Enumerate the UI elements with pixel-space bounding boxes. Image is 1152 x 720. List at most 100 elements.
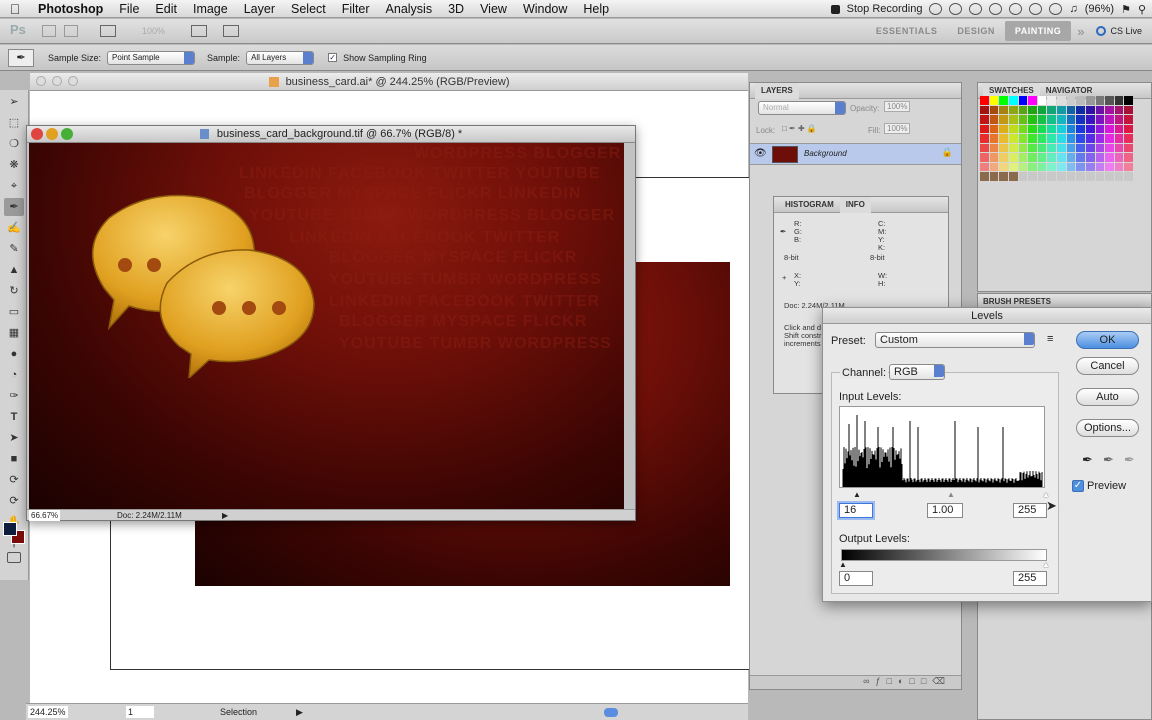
swatch[interactable] bbox=[999, 172, 1008, 181]
swatch[interactable] bbox=[980, 96, 989, 105]
swatch[interactable] bbox=[1008, 153, 1018, 162]
output-black-field[interactable]: 0 bbox=[839, 571, 873, 586]
screen-mode-icon[interactable] bbox=[223, 25, 240, 37]
swatch[interactable] bbox=[1076, 105, 1085, 114]
blend-mode-select[interactable]: Normal bbox=[758, 101, 846, 115]
swatch[interactable] bbox=[999, 105, 1008, 114]
swatch[interactable] bbox=[1105, 134, 1114, 143]
history-brush-tool-icon[interactable]: ↻ bbox=[4, 282, 24, 300]
black-eyedropper-icon[interactable]: ✒ bbox=[1082, 452, 1093, 468]
gray-eyedropper-icon[interactable]: ✒ bbox=[1103, 452, 1114, 468]
status-label[interactable]: Selection bbox=[220, 704, 257, 720]
cs-live-icon[interactable] bbox=[1096, 26, 1107, 36]
swatch[interactable] bbox=[1057, 134, 1066, 143]
brush-tool-icon[interactable]: ✎ bbox=[4, 240, 24, 258]
battery-label[interactable]: (96%) bbox=[1085, 3, 1114, 15]
auto-button[interactable]: Auto bbox=[1076, 388, 1139, 406]
swatch[interactable] bbox=[1037, 96, 1047, 105]
sample-size-select[interactable]: Point Sample bbox=[107, 50, 196, 65]
swatch[interactable] bbox=[1018, 124, 1028, 133]
more-workspaces-icon[interactable]: » bbox=[1071, 24, 1090, 39]
flag-icon[interactable]: ⚑ bbox=[1121, 3, 1131, 16]
workspace-design[interactable]: DESIGN bbox=[947, 26, 1005, 36]
swatch[interactable] bbox=[1114, 96, 1124, 105]
swatch[interactable] bbox=[1095, 134, 1105, 143]
swatch[interactable] bbox=[1085, 96, 1095, 105]
input-black-slider[interactable]: ▲ bbox=[853, 490, 861, 499]
main-zoom-field[interactable]: 244.25% bbox=[28, 706, 68, 718]
pen-tool-icon[interactable]: ✑ bbox=[4, 387, 24, 405]
bridge-icon[interactable] bbox=[42, 25, 56, 37]
minibridge-icon[interactable] bbox=[64, 25, 78, 37]
swatch[interactable] bbox=[1095, 143, 1105, 152]
menu-select[interactable]: Select bbox=[283, 2, 334, 16]
swatch[interactable] bbox=[1057, 172, 1066, 181]
swatch[interactable] bbox=[1018, 143, 1028, 152]
swatch[interactable] bbox=[1085, 172, 1095, 181]
swatch[interactable] bbox=[980, 115, 989, 124]
swatch[interactable] bbox=[1085, 153, 1095, 162]
swatch[interactable] bbox=[1105, 153, 1114, 162]
swatch[interactable] bbox=[1066, 96, 1076, 105]
swatch[interactable] bbox=[1028, 172, 1037, 181]
swatch[interactable] bbox=[999, 96, 1008, 105]
menu-file[interactable]: File bbox=[111, 2, 147, 16]
swatch[interactable] bbox=[1037, 115, 1047, 124]
dodge-tool-icon[interactable]: ◔ bbox=[4, 366, 24, 384]
layer-name[interactable]: Background bbox=[804, 149, 847, 158]
swatch[interactable] bbox=[1114, 153, 1124, 162]
inner-zoom-field[interactable]: 66.67% bbox=[29, 510, 61, 521]
sync-icon[interactable] bbox=[989, 3, 1003, 15]
histogram-tab[interactable]: HISTOGRAM bbox=[779, 197, 840, 213]
swatch[interactable] bbox=[999, 153, 1008, 162]
swatch[interactable] bbox=[1047, 143, 1056, 152]
swatch[interactable] bbox=[1066, 172, 1076, 181]
swatch[interactable] bbox=[1047, 162, 1056, 171]
quick-select-tool-icon[interactable]: ❋ bbox=[4, 156, 24, 174]
status-icon-2[interactable] bbox=[949, 3, 963, 15]
opacity-field[interactable]: 100% bbox=[884, 101, 911, 112]
swatch[interactable] bbox=[1124, 105, 1133, 114]
swatch[interactable] bbox=[1018, 115, 1028, 124]
stop-recording-icon[interactable] bbox=[830, 4, 840, 14]
swatch[interactable] bbox=[989, 143, 999, 152]
lock-icons[interactable]: □ ✒ ✚ 🔒 bbox=[782, 124, 817, 133]
swatch[interactable] bbox=[1008, 143, 1018, 152]
input-gray-slider[interactable]: ▲ bbox=[947, 490, 955, 499]
swatch[interactable] bbox=[999, 134, 1008, 143]
swatch[interactable] bbox=[1028, 143, 1037, 152]
status-menu-arrow-icon[interactable]: ▶ bbox=[222, 510, 228, 521]
swatch[interactable] bbox=[1057, 105, 1066, 114]
swatch[interactable] bbox=[1066, 105, 1076, 114]
swatch[interactable] bbox=[1018, 96, 1028, 105]
info-tab[interactable]: INFO bbox=[839, 197, 871, 213]
swatch[interactable] bbox=[1076, 134, 1085, 143]
inner-close-button[interactable] bbox=[31, 128, 43, 140]
swatch[interactable] bbox=[1095, 162, 1105, 171]
swatch[interactable] bbox=[1008, 172, 1018, 181]
swatch[interactable] bbox=[989, 124, 999, 133]
spotlight-icon[interactable]: ⚲ bbox=[1138, 3, 1146, 16]
view-extras-icon[interactable] bbox=[100, 25, 116, 37]
swatch[interactable] bbox=[1057, 153, 1066, 162]
status-icon-1[interactable] bbox=[929, 3, 943, 15]
background-doc-title-bar[interactable]: business_card_background.tif @ 66.7% (RG… bbox=[27, 126, 635, 143]
crop-tool-icon[interactable]: ⌖ bbox=[4, 177, 24, 195]
swatch[interactable] bbox=[1057, 162, 1066, 171]
zoom-level-dropdown[interactable]: 100% bbox=[142, 26, 165, 36]
layers-tab[interactable]: LAYERS bbox=[755, 83, 799, 99]
blur-tool-icon[interactable]: ● bbox=[4, 345, 24, 363]
menu-app-name[interactable]: Photoshop bbox=[30, 2, 111, 16]
swatch[interactable] bbox=[989, 115, 999, 124]
menu-3d[interactable]: 3D bbox=[440, 2, 472, 16]
bluetooth-icon[interactable] bbox=[969, 3, 983, 15]
swatch[interactable] bbox=[1114, 172, 1124, 181]
swatch[interactable] bbox=[989, 105, 999, 114]
swatch[interactable] bbox=[1037, 153, 1047, 162]
doc-close-button[interactable] bbox=[36, 76, 46, 86]
doc-minimize-button[interactable] bbox=[52, 76, 62, 86]
swatch[interactable] bbox=[1114, 143, 1124, 152]
swatch[interactable] bbox=[1037, 143, 1047, 152]
foreground-color-swatch[interactable] bbox=[3, 522, 17, 536]
swatch[interactable] bbox=[999, 143, 1008, 152]
